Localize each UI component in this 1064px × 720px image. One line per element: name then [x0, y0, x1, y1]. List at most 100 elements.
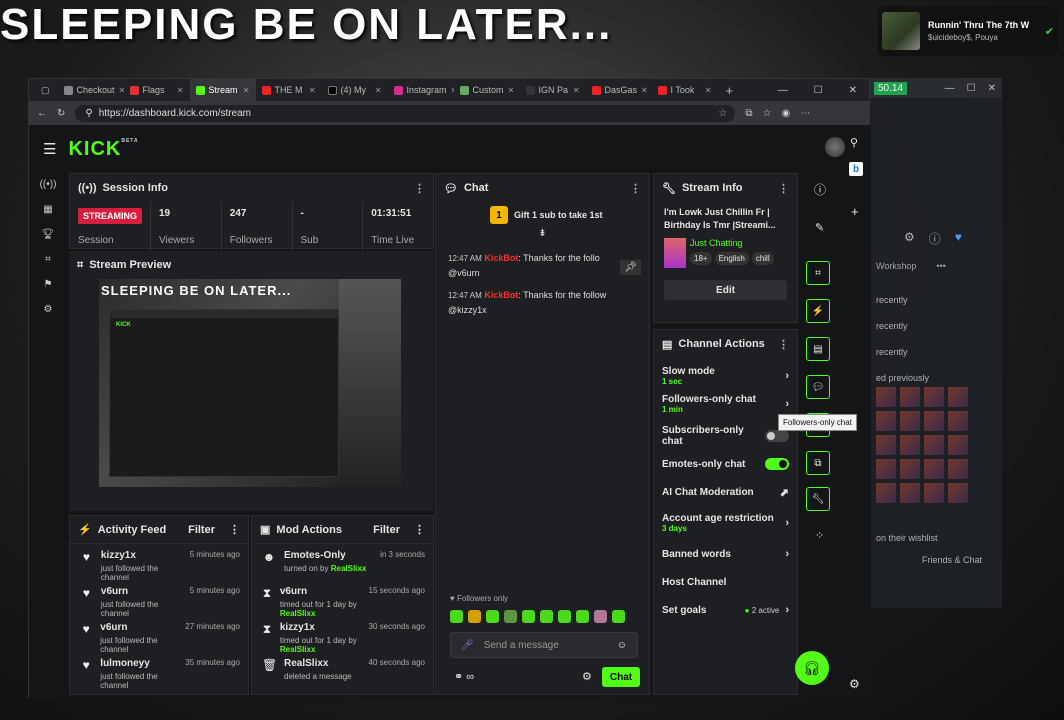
analytics-icon[interactable]: ▦	[43, 204, 52, 215]
chat-input[interactable]: 🎤︎ Send a message ☺	[450, 632, 638, 658]
stat-label: Viewers	[159, 235, 195, 246]
friends-chat-button[interactable]: Friends & Chat	[870, 555, 1002, 565]
close-icon[interactable]: ✕	[988, 83, 996, 94]
info-icon[interactable]: ⓘ	[814, 181, 826, 198]
chat-button[interactable]: 💬︎	[806, 375, 830, 399]
tab[interactable]: (4) My ✕	[322, 79, 388, 101]
host-channel-row[interactable]: Host Channel	[654, 568, 797, 596]
subscribers-only-toggle[interactable]	[765, 430, 789, 442]
tab[interactable]: THE M ✕	[256, 79, 322, 101]
broadcast-icon: ((•))	[78, 182, 97, 194]
account-age-row[interactable]: Account age restriction 3 days ›	[654, 506, 797, 540]
tag: 18+	[690, 252, 712, 265]
avatar[interactable]	[825, 137, 845, 157]
filter-button[interactable]: Filter	[373, 524, 400, 536]
hamburger-icon[interactable]: ☰	[43, 140, 56, 158]
profile-icon[interactable]: ◉	[782, 108, 791, 119]
collections-icon[interactable]: ☆	[763, 108, 772, 119]
extensions-icon[interactable]: ⧉	[745, 108, 752, 119]
info-icon[interactable]: ⓘ	[929, 230, 941, 247]
category-link[interactable]: Just Chatting	[690, 238, 774, 248]
ai-moderation-row[interactable]: AI Chat Moderation ⬈	[654, 478, 797, 506]
trophy-icon[interactable]: 🏆︎	[42, 229, 55, 240]
more-icon[interactable]: •••	[936, 261, 945, 271]
filter-button[interactable]: Filter	[188, 524, 215, 536]
stream-overlay-title: SLEEPING BE ON LATER...	[0, 0, 613, 49]
list-item: ⧗ kizzy1x timed out for 1 day by RealSlixx…	[262, 622, 425, 654]
workshop-tab[interactable]: Workshop	[876, 261, 916, 271]
tab-actions-icon[interactable]: ▢	[33, 85, 58, 96]
minimize-icon[interactable]: —	[945, 83, 955, 94]
chat-settings-icon[interactable]: ⚙	[582, 670, 592, 683]
list-item: ♥ lulmoneyy just followed the channel 35 mi…	[70, 652, 248, 690]
scan-button[interactable]: ⌗	[806, 261, 830, 285]
gear-icon[interactable]: ⚙	[44, 304, 53, 315]
stream-icon[interactable]: ((•))	[40, 179, 57, 190]
emotes-only-toggle[interactable]	[765, 458, 789, 470]
list-item: ♥ kizzy1x just followed the channel 5 minut…	[70, 544, 248, 582]
minimize-icon[interactable]: —	[778, 85, 788, 96]
close-icon[interactable]: ✕	[849, 85, 857, 96]
trash-icon: 🗑︎	[262, 658, 278, 672]
edit-button[interactable]: Edit	[664, 280, 787, 300]
refresh-icon[interactable]: ↻	[57, 108, 65, 119]
tab[interactable]: Checkout ✕	[58, 79, 124, 101]
stream-info-panel: 🔧︎ Stream Info ⋮ I'm Lowk Just Chillin Fr …	[653, 173, 798, 323]
tab[interactable]: DasGas ✕	[586, 79, 652, 101]
check-icon: ✔	[1044, 25, 1054, 38]
maximize-icon[interactable]: ☐	[967, 83, 976, 94]
stream-preview-video[interactable]: KICK SLEEPING BE ON LATER...	[99, 279, 401, 487]
mic-icon[interactable]: 🎤︎	[461, 640, 474, 651]
bolt-icon: ⚡	[78, 524, 92, 536]
banned-words-row[interactable]: Banned words ›	[654, 540, 797, 568]
tab[interactable]: Instagram✕	[388, 79, 454, 101]
slow-mode-row[interactable]: Slow mode 1 sec ›	[654, 362, 797, 390]
sub-gift-banner[interactable]: 1 Gift 1 sub to take 1st	[436, 202, 649, 224]
more-icon[interactable]: ⋮	[630, 182, 641, 195]
support-button[interactable]: 🎧︎	[795, 651, 829, 685]
notes-button[interactable]: ▤	[806, 337, 830, 361]
new-tab-icon[interactable]: +	[718, 83, 742, 98]
users-icon[interactable]: ⚑	[44, 279, 53, 290]
more-icon[interactable]: ⋮	[229, 523, 240, 536]
kick-logo[interactable]: KICKBETA	[68, 138, 138, 161]
tab[interactable]: Flags ✕	[124, 79, 190, 101]
menu-icon[interactable]: ⋯	[800, 108, 810, 119]
scan-icon[interactable]: ⌗	[45, 254, 51, 265]
more-icon[interactable]: ⋮	[778, 182, 789, 195]
bing-icon[interactable]: b	[849, 162, 863, 176]
dots-icon[interactable]: ⁘	[815, 529, 824, 542]
url-field[interactable]: ⚲ https://dashboard.kick.com/stream ☆	[75, 104, 736, 122]
more-icon[interactable]: ⋮	[778, 338, 789, 351]
search-icon[interactable]: ⚲	[850, 136, 858, 149]
more-icon[interactable]: ⋮	[414, 182, 425, 195]
gear-icon[interactable]: ⚙	[849, 677, 860, 691]
panel-title: Chat	[463, 182, 489, 194]
tab[interactable]: Custom ✕	[454, 79, 520, 101]
bolt-button[interactable]: ⚡	[806, 299, 830, 323]
back-icon[interactable]: ←	[37, 108, 47, 119]
wrench-button[interactable]: 🔧︎	[806, 487, 830, 511]
edit-layout-icon[interactable]: ✎	[815, 221, 824, 234]
followers-only-row[interactable]: Followers-only chat 1 min ›	[654, 390, 797, 418]
settings-icon[interactable]: ⚭ ∞	[454, 670, 474, 683]
friends-avatar-grid	[870, 387, 1002, 503]
scroll-down-icon[interactable]: ⇟	[436, 224, 649, 249]
tab-active[interactable]: Stream ✕	[189, 79, 256, 101]
emoji-icon[interactable]: ☺	[617, 640, 627, 651]
heart-icon[interactable]: ♥	[955, 230, 962, 247]
settings-icon[interactable]: ⚙	[904, 230, 915, 247]
tab[interactable]: IGN Pa ✕	[520, 79, 586, 101]
send-chat-button[interactable]: Chat	[602, 667, 640, 687]
more-icon[interactable]: ⋮	[414, 523, 425, 536]
tab[interactable]: I Took ✕	[652, 79, 718, 101]
chevron-right-icon: ›	[785, 370, 789, 382]
favorite-icon[interactable]: ☆	[718, 108, 735, 119]
session-info-panel: ((•)) Session Info ⋮ STREAMING Session 19 Vi…	[69, 173, 434, 252]
maximize-icon[interactable]: ☐	[814, 85, 823, 96]
clip-button[interactable]: ⧉	[806, 451, 830, 475]
emote-bar[interactable]	[450, 610, 625, 623]
pin-icon[interactable]: 📌︎	[620, 260, 641, 275]
set-goals-row[interactable]: Set goals ● 2 active ›	[654, 596, 797, 624]
add-icon[interactable]: +	[851, 204, 859, 219]
